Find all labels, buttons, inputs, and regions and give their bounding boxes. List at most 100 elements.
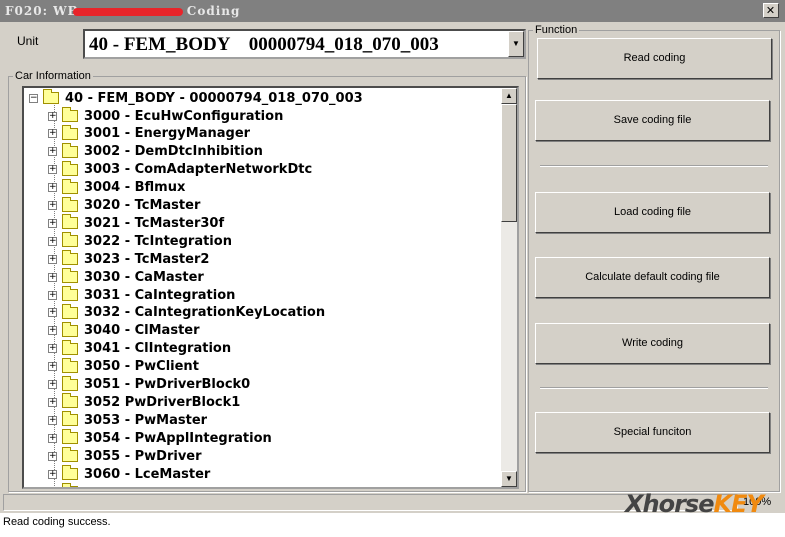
read-coding-button[interactable]: Read coding xyxy=(537,38,772,79)
tree-item[interactable]: +3030 - CaMaster xyxy=(48,268,204,286)
folder-icon xyxy=(43,89,59,104)
expand-icon[interactable]: + xyxy=(48,183,57,193)
special-function-button[interactable]: Special funciton xyxy=(535,412,770,453)
separator xyxy=(540,165,768,167)
tree-item[interactable]: +3002 - DemDtcInhibition xyxy=(48,142,263,161)
folder-icon xyxy=(62,196,78,212)
expand-icon[interactable]: + xyxy=(48,165,57,175)
folder-icon xyxy=(62,142,78,158)
expand-icon[interactable]: + xyxy=(48,147,57,157)
tree-item-label: 3001 - EnergyManager xyxy=(84,126,251,142)
tree-item-label: 3023 - TcMaster2 xyxy=(84,251,210,267)
close-button[interactable]: ✕ xyxy=(763,3,779,18)
tree-item[interactable]: +3031 - CaIntegration xyxy=(48,286,235,304)
unit-label: Unit xyxy=(17,34,39,48)
collapse-icon[interactable]: − xyxy=(29,93,38,103)
expand-icon[interactable]: + xyxy=(48,415,57,425)
save-coding-file-button[interactable]: Save coding file xyxy=(535,100,770,141)
expand-icon[interactable]: + xyxy=(48,254,57,264)
tree-item-label: 3004 - Bflmux xyxy=(84,180,186,196)
chevron-down-icon[interactable]: ▼ xyxy=(508,31,524,57)
expand-icon[interactable]: + xyxy=(48,326,57,336)
folder-icon xyxy=(62,250,78,266)
folder-icon xyxy=(62,232,78,248)
tree-item-label: 3032 - CaIntegrationKeyLocation xyxy=(84,305,326,321)
expand-icon[interactable]: + xyxy=(48,469,57,479)
folder-icon xyxy=(62,124,78,140)
tree-item-label: 3041 - ClIntegration xyxy=(84,341,232,357)
tree-item[interactable]: +3060 - LceMaster xyxy=(48,465,210,483)
tree-item-label: 3050 - PwClient xyxy=(84,359,199,375)
unit-select[interactable]: 40 - FEM_BODY 00000794_018_070_003 ▼ xyxy=(83,29,526,59)
folder-icon xyxy=(62,339,78,355)
folder-icon xyxy=(62,286,78,301)
tree-item-label: 3060 - LceMaster xyxy=(84,466,211,482)
window-title: F020: WB xyxy=(5,4,79,18)
tree-item-label: 3052 PwDriverBlock1 xyxy=(84,394,241,410)
scroll-up-icon[interactable]: ▲ xyxy=(501,88,517,104)
tree-root[interactable]: − 40 - FEM_BODY - 00000794_018_070_003 xyxy=(29,89,363,107)
tree-item[interactable]: +3001 - EnergyManager xyxy=(48,124,251,143)
tree-item[interactable]: +3003 - ComAdapterNetworkDtc xyxy=(48,160,313,179)
title-bar: F020: WB Coding ✕ xyxy=(0,0,785,22)
expand-icon[interactable]: + xyxy=(48,397,57,407)
expand-icon[interactable]: + xyxy=(48,380,57,389)
expand-icon[interactable]: + xyxy=(48,236,57,246)
tree-item[interactable]: +3000 - EcuHwConfiguration xyxy=(48,107,283,125)
folder-icon xyxy=(62,107,78,122)
expand-icon[interactable]: + xyxy=(49,487,57,488)
tree-root-label: 40 - FEM_BODY - 00000794_018_070_003 xyxy=(65,90,363,106)
expand-icon[interactable]: + xyxy=(48,111,57,121)
expand-icon[interactable]: + xyxy=(48,433,57,443)
folder-icon xyxy=(62,465,78,480)
scroll-down-icon[interactable]: ▼ xyxy=(501,471,517,487)
vertical-scrollbar[interactable]: ▲ ▼ xyxy=(501,88,517,487)
tree-item[interactable]: +3023 - TcMaster2 xyxy=(48,250,209,268)
tree-item[interactable]: +3021 - TcMaster30f xyxy=(48,214,224,232)
tree-item[interactable]: +3004 - Bflmux xyxy=(48,178,186,197)
folder-icon xyxy=(62,375,78,391)
tree-item[interactable]: +3040 - ClMaster xyxy=(48,321,200,340)
write-coding-button[interactable]: Write coding xyxy=(535,323,770,364)
expand-icon[interactable]: + xyxy=(48,129,57,139)
calculate-default-coding-button[interactable]: Calculate default coding file xyxy=(535,257,770,298)
folder-icon xyxy=(62,393,78,409)
tree-item[interactable]: +3032 - CaIntegrationKeyLocation xyxy=(48,303,326,322)
expand-icon[interactable]: + xyxy=(48,290,57,300)
tree-item-label: 3030 - CaMaster xyxy=(84,269,204,285)
folder-icon xyxy=(62,357,78,373)
expand-icon[interactable]: + xyxy=(48,201,57,210)
expand-icon[interactable]: + xyxy=(48,362,57,372)
tree-item-label: 3031 - CaIntegration xyxy=(84,287,236,303)
tree-item[interactable]: +3041 - ClIntegration xyxy=(48,339,232,358)
tree-item-label: 3021 - TcMaster30f xyxy=(84,215,225,231)
expand-icon[interactable]: + xyxy=(48,308,57,318)
expand-icon[interactable]: + xyxy=(48,272,57,282)
tree-item-label: 3040 - ClMaster xyxy=(84,323,200,339)
load-coding-file-button[interactable]: Load coding file xyxy=(535,192,770,233)
tree-item-label: 3000 - EcuHwConfiguration xyxy=(84,108,284,124)
folder-icon xyxy=(62,411,78,427)
tree-item[interactable]: +3020 - TcMaster xyxy=(48,196,200,215)
tree-item-partial[interactable]: + xyxy=(48,482,84,488)
tree-item[interactable]: +3051 - PwDriverBlock0 xyxy=(48,375,250,394)
folder-icon xyxy=(62,303,78,319)
tree-item[interactable]: +3054 - PwApplIntegration xyxy=(48,429,272,447)
folder-icon xyxy=(62,268,78,284)
tree-item[interactable]: +3053 - PwMaster xyxy=(48,411,207,429)
tree-item[interactable]: +3055 - PwDriver xyxy=(48,447,202,465)
folder-icon xyxy=(62,160,78,176)
tree-item[interactable]: +3022 - TcIntegration xyxy=(48,232,232,250)
car-information-legend: Car Information xyxy=(15,70,91,82)
expand-icon[interactable]: + xyxy=(48,344,57,354)
scroll-thumb[interactable] xyxy=(501,104,517,222)
expand-icon[interactable]: + xyxy=(48,451,57,461)
expand-icon[interactable]: + xyxy=(48,218,57,228)
tree-item-label: 3003 - ComAdapterNetworkDtc xyxy=(84,162,313,178)
tree-item[interactable]: +3052 PwDriverBlock1 xyxy=(48,393,240,411)
xhorse-logo: XhorseKEY xyxy=(625,490,764,518)
folder-icon xyxy=(62,447,78,463)
car-information-tree[interactable]: − 40 - FEM_BODY - 00000794_018_070_003 +3… xyxy=(22,86,519,489)
folder-icon xyxy=(62,214,78,230)
tree-item[interactable]: +3050 - PwClient xyxy=(48,357,199,376)
